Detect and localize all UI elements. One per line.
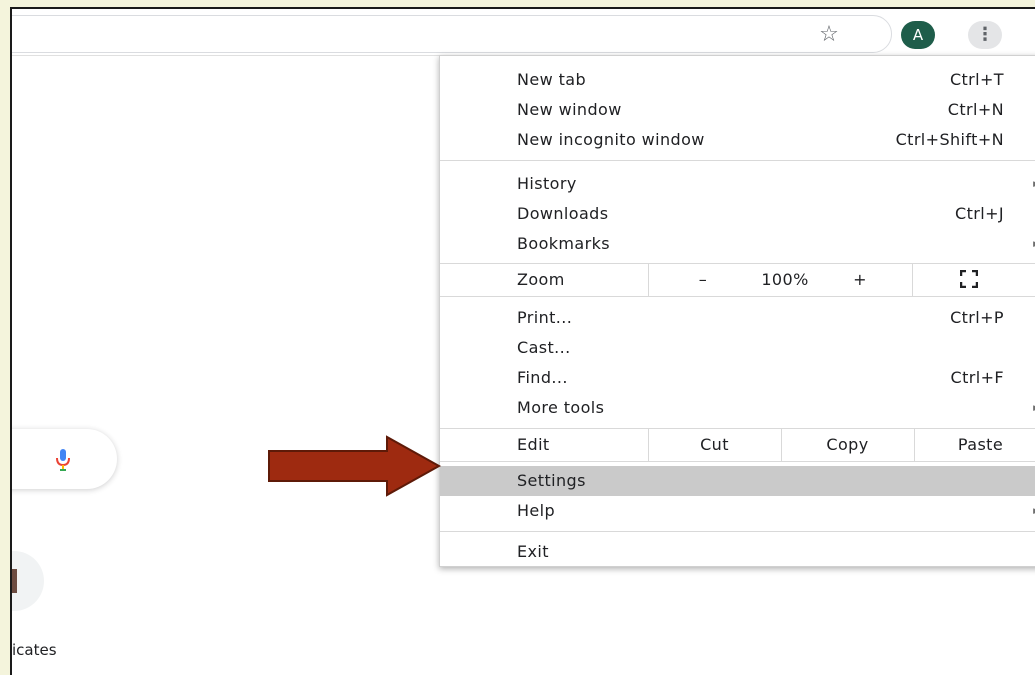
menu-item-label: History — [517, 174, 577, 193]
chrome-main-menu: New tab Ctrl+T New window Ctrl+N New inc… — [439, 55, 1035, 567]
menu-item-cast[interactable]: Cast... — [440, 333, 1035, 363]
microphone-icon[interactable] — [55, 447, 71, 473]
zoom-out-button[interactable]: – — [688, 264, 718, 296]
menu-item-label: Downloads — [517, 204, 609, 223]
shortcut-label[interactable]: icates — [12, 641, 57, 659]
menu-item-label: New incognito window — [517, 130, 705, 149]
cell-divider — [648, 264, 649, 296]
pointer-arrow-icon — [268, 435, 442, 497]
menu-item-new-incognito-window[interactable]: New incognito window Ctrl+Shift+N — [440, 125, 1035, 155]
menu-item-settings[interactable]: Settings — [440, 466, 1035, 496]
more-menu-icon[interactable]: ⋮ — [968, 21, 1002, 49]
menu-item-label: Exit — [517, 542, 549, 561]
menu-item-label: More tools — [517, 398, 605, 417]
menu-item-shortcut: Ctrl+N — [947, 100, 1004, 119]
cut-button[interactable]: Cut — [648, 429, 781, 461]
menu-separator — [440, 296, 1035, 297]
zoom-label: Zoom — [517, 270, 565, 289]
menu-item-downloads[interactable]: Downloads Ctrl+J — [440, 199, 1035, 229]
menu-item-label: Cast... — [517, 338, 571, 357]
menu-item-shortcut: Ctrl+J — [955, 204, 1004, 223]
menu-item-shortcut: Ctrl+Shift+N — [895, 130, 1004, 149]
menu-item-label: Print... — [517, 308, 573, 327]
paste-button[interactable]: Paste — [914, 429, 1035, 461]
menu-item-history[interactable]: History ► — [440, 169, 1035, 199]
menu-separator — [440, 160, 1035, 161]
menu-item-shortcut: Ctrl+P — [950, 308, 1004, 327]
menu-item-shortcut: Ctrl+T — [949, 70, 1004, 89]
address-bar[interactable] — [12, 15, 892, 53]
menu-separator — [440, 531, 1035, 532]
search-box[interactable] — [12, 429, 117, 489]
edit-row: Edit Cut Copy Paste — [440, 429, 1035, 461]
menu-item-exit[interactable]: Exit — [440, 537, 1035, 567]
menu-item-help[interactable]: Help ► — [440, 496, 1035, 526]
browser-window: ☆ A ⋮ icates New tab Ctrl+T New window C… — [10, 7, 1035, 675]
shortcut-favicon-icon — [12, 569, 17, 593]
zoom-in-button[interactable]: + — [845, 264, 875, 296]
menu-item-label: Settings — [517, 471, 586, 490]
cell-divider — [912, 264, 913, 296]
menu-item-new-tab[interactable]: New tab Ctrl+T — [440, 65, 1035, 95]
menu-item-more-tools[interactable]: More tools ► — [440, 393, 1035, 423]
menu-item-bookmarks[interactable]: Bookmarks ► — [440, 229, 1035, 259]
edit-label: Edit — [517, 435, 550, 454]
fullscreen-icon[interactable] — [960, 270, 978, 288]
zoom-level-value: 100% — [761, 270, 809, 289]
bookmark-star-icon[interactable]: ☆ — [814, 22, 844, 48]
menu-item-print[interactable]: Print... Ctrl+P — [440, 303, 1035, 333]
zoom-row: Zoom – 100% + — [440, 264, 1035, 296]
menu-item-shortcut: Ctrl+F — [950, 368, 1004, 387]
browser-toolbar: ☆ A ⋮ — [12, 9, 1035, 55]
menu-item-new-window[interactable]: New window Ctrl+N — [440, 95, 1035, 125]
menu-item-label: New window — [517, 100, 622, 119]
profile-avatar[interactable]: A — [901, 21, 935, 49]
copy-button[interactable]: Copy — [781, 429, 914, 461]
menu-item-find[interactable]: Find... Ctrl+F — [440, 363, 1035, 393]
menu-item-label: Help — [517, 501, 556, 520]
menu-item-label: New tab — [517, 70, 587, 89]
menu-separator — [440, 461, 1035, 462]
menu-item-label: Bookmarks — [517, 234, 610, 253]
menu-item-label: Find... — [517, 368, 568, 387]
